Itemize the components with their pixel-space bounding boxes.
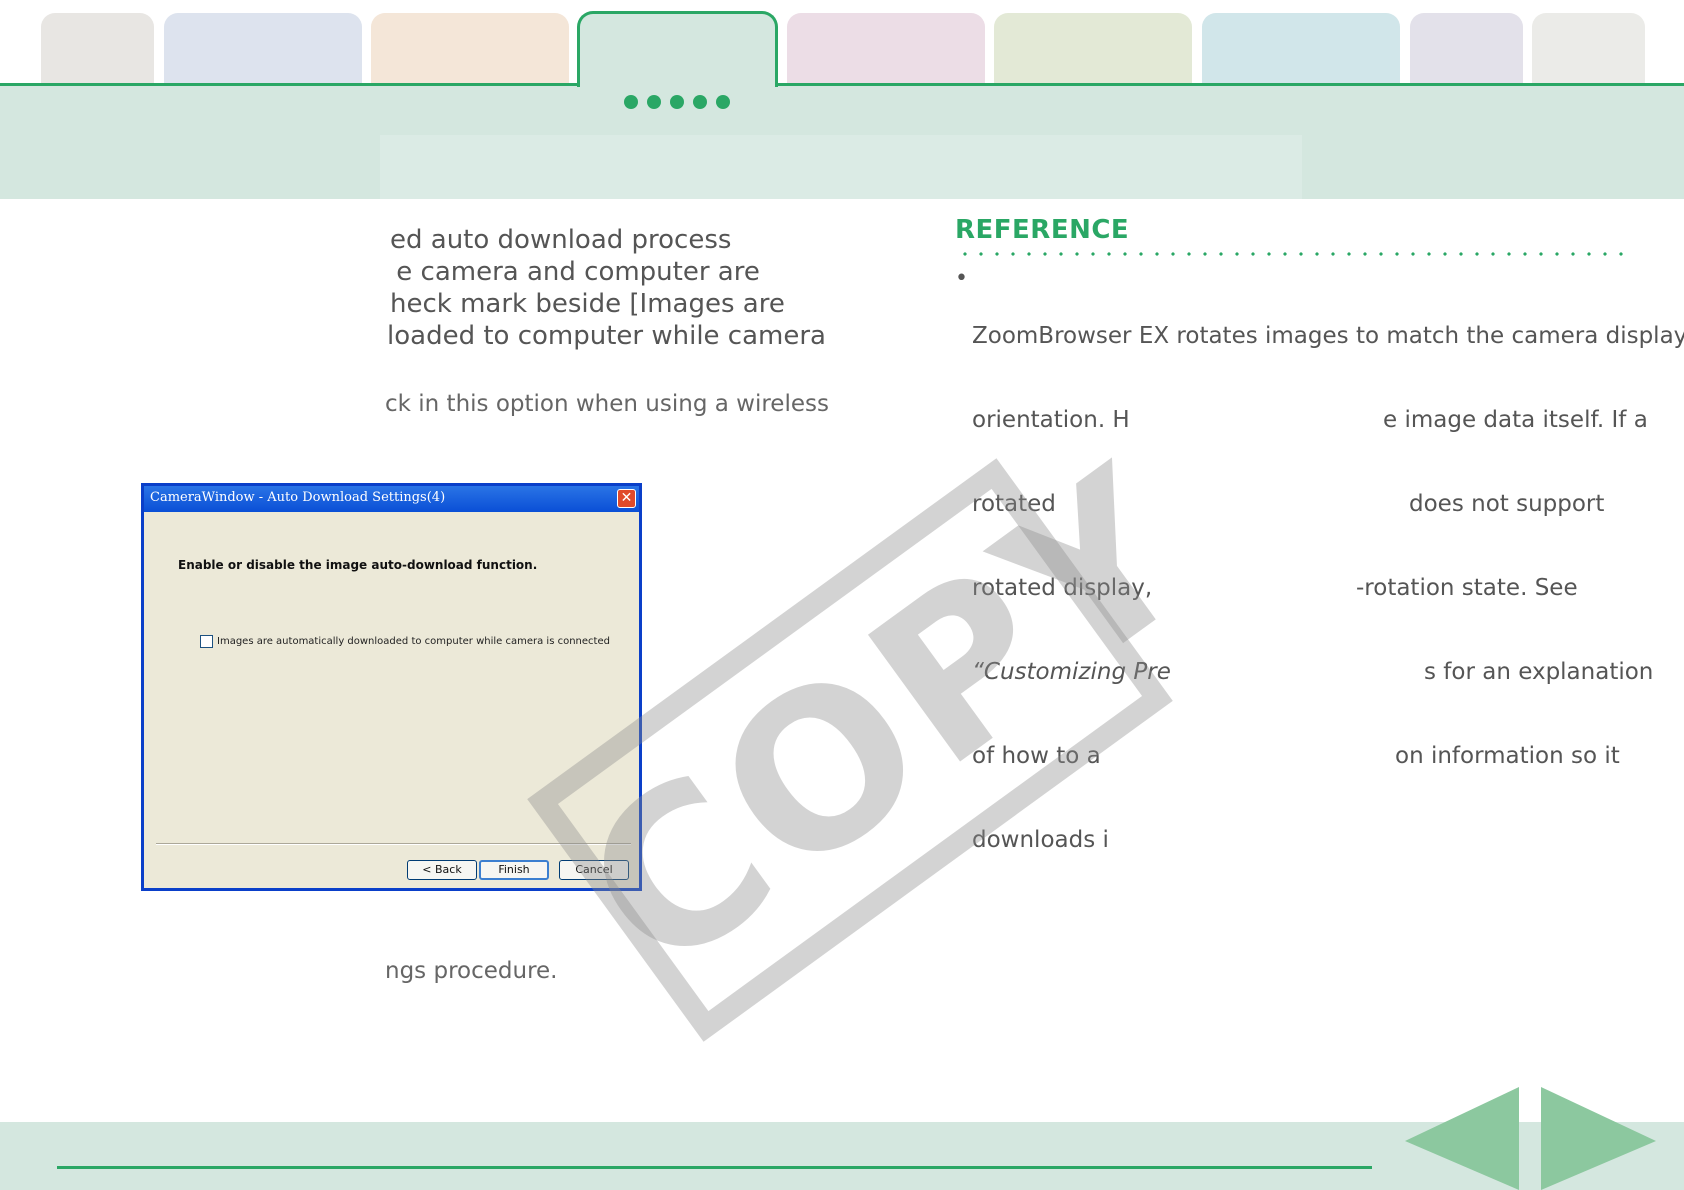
tab-8[interactable] — [1410, 13, 1523, 85]
lead-line-3: heck mark beside [Images are — [390, 289, 785, 319]
reference-line: ZoomBrowser EX rotates images to match t… — [972, 322, 1684, 350]
back-button[interactable]: < Back — [407, 860, 477, 880]
triangle-left-icon[interactable] — [1405, 1087, 1525, 1190]
reference-line-b: s for an explanation — [1424, 659, 1654, 685]
tab-7[interactable] — [1202, 13, 1400, 85]
triangle-right-icon[interactable] — [1541, 1087, 1661, 1190]
page-dot — [716, 95, 730, 109]
reference-line-b: -rotation state. See — [1356, 575, 1578, 601]
auto-download-checkbox-row[interactable]: Images are automatically downloaded to c… — [200, 635, 610, 648]
tab-9[interactable] — [1532, 13, 1645, 85]
tab-6[interactable] — [994, 13, 1192, 85]
lead-line-4: loaded to computer while camera — [387, 321, 826, 351]
lead-line-2: e camera and computer are — [388, 257, 760, 287]
dialog-title: CameraWindow - Auto Download Settings(4) — [150, 490, 446, 505]
reference-bullet: • — [955, 266, 968, 291]
tab-5[interactable] — [787, 13, 985, 85]
auto-download-checkbox[interactable] — [200, 635, 213, 648]
reference-title: REFERENCE — [955, 215, 1130, 245]
header-rule — [0, 83, 1684, 86]
auto-download-checkbox-label[interactable]: Images are automatically downloaded to c… — [217, 636, 610, 647]
tab-3[interactable] — [371, 13, 569, 85]
tab-4-active[interactable] — [577, 11, 778, 87]
footer-note-text: ngs procedure. — [385, 958, 558, 984]
lead-line-1: ed auto download process — [390, 225, 732, 255]
finish-button[interactable]: Finish — [479, 860, 549, 880]
header-title-area — [380, 135, 1302, 199]
page-dot — [693, 95, 707, 109]
note-text: ck in this option when using a wireless — [385, 391, 829, 417]
reference-line-a: ZoomBrowser EX rotates images to match t… — [972, 323, 1684, 349]
close-icon[interactable]: ✕ — [617, 489, 636, 508]
page-dot — [647, 95, 661, 109]
reference-line-b: e image data itself. If a — [1383, 407, 1648, 433]
reference-line-b: on information so it — [1395, 743, 1620, 769]
page-dot — [624, 95, 638, 109]
dialog-title-bar[interactable]: CameraWindow - Auto Download Settings(4)… — [144, 486, 639, 512]
reference-line-b: does not support — [1409, 491, 1605, 517]
reference-dotted-rule — [957, 252, 1627, 256]
tab-1[interactable] — [41, 13, 154, 85]
reference-line-a: orientation. H — [972, 407, 1130, 433]
dialog-heading: Enable or disable the image auto-downloa… — [178, 558, 538, 572]
reference-line: orientation. H e image data itself. If a — [972, 406, 1648, 434]
page-indicator-dots — [624, 95, 730, 109]
page-dot — [670, 95, 684, 109]
footer-rule — [57, 1166, 1372, 1169]
tab-2[interactable] — [164, 13, 362, 85]
